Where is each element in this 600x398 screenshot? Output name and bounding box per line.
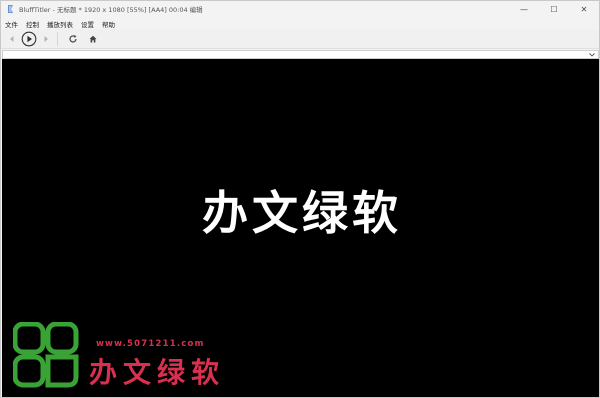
- close-button[interactable]: ✕: [569, 1, 599, 17]
- minimize-icon: —: [520, 4, 528, 14]
- home-button[interactable]: [83, 30, 103, 48]
- app-window: BluffTitler - 无标题 * 1920 x 1080 [55%] [A…: [0, 0, 600, 398]
- rewind-icon: [10, 35, 14, 42]
- title-text-layer[interactable]: 办文绿软: [192, 177, 412, 243]
- rewind-button[interactable]: [4, 30, 20, 48]
- window-title: BluffTitler - 无标题 * 1920 x 1080 [55%] [A…: [19, 6, 203, 14]
- play-icon: [21, 31, 37, 46]
- close-icon: ✕: [580, 4, 588, 14]
- minimize-button[interactable]: —: [509, 1, 539, 17]
- forward-button[interactable]: [38, 30, 54, 48]
- watermark-url: www.5071211.com: [96, 339, 205, 349]
- preview-canvas[interactable]: 办文绿软: [2, 59, 599, 397]
- app-icon: [6, 4, 15, 14]
- toolbar-separator: [57, 31, 58, 46]
- menu-control[interactable]: 控制: [22, 19, 43, 29]
- play-button[interactable]: [20, 30, 38, 48]
- maximize-button[interactable]: ☐: [539, 1, 569, 17]
- toolbar: [1, 29, 599, 49]
- menu-bar: 文件 控制 播放列表 设置 帮助: [1, 18, 599, 29]
- watermark-logo-icon: [12, 321, 79, 388]
- menu-settings[interactable]: 设置: [77, 19, 98, 29]
- maximize-icon: ☐: [550, 4, 558, 14]
- title-bar[interactable]: BluffTitler - 无标题 * 1920 x 1080 [55%] [A…: [1, 1, 599, 17]
- window-controls: — ☐ ✕: [509, 1, 599, 17]
- reload-button[interactable]: [63, 30, 83, 48]
- layer-select[interactable]: [2, 50, 599, 59]
- forward-icon: [44, 35, 48, 42]
- watermark-name: 办文绿软: [89, 356, 226, 389]
- reload-icon: [69, 34, 77, 43]
- menu-playlist[interactable]: 播放列表: [43, 19, 77, 29]
- chevron-down-icon: [588, 51, 596, 59]
- home-icon: [89, 35, 97, 42]
- menu-help[interactable]: 帮助: [98, 19, 119, 29]
- menu-file[interactable]: 文件: [1, 19, 22, 29]
